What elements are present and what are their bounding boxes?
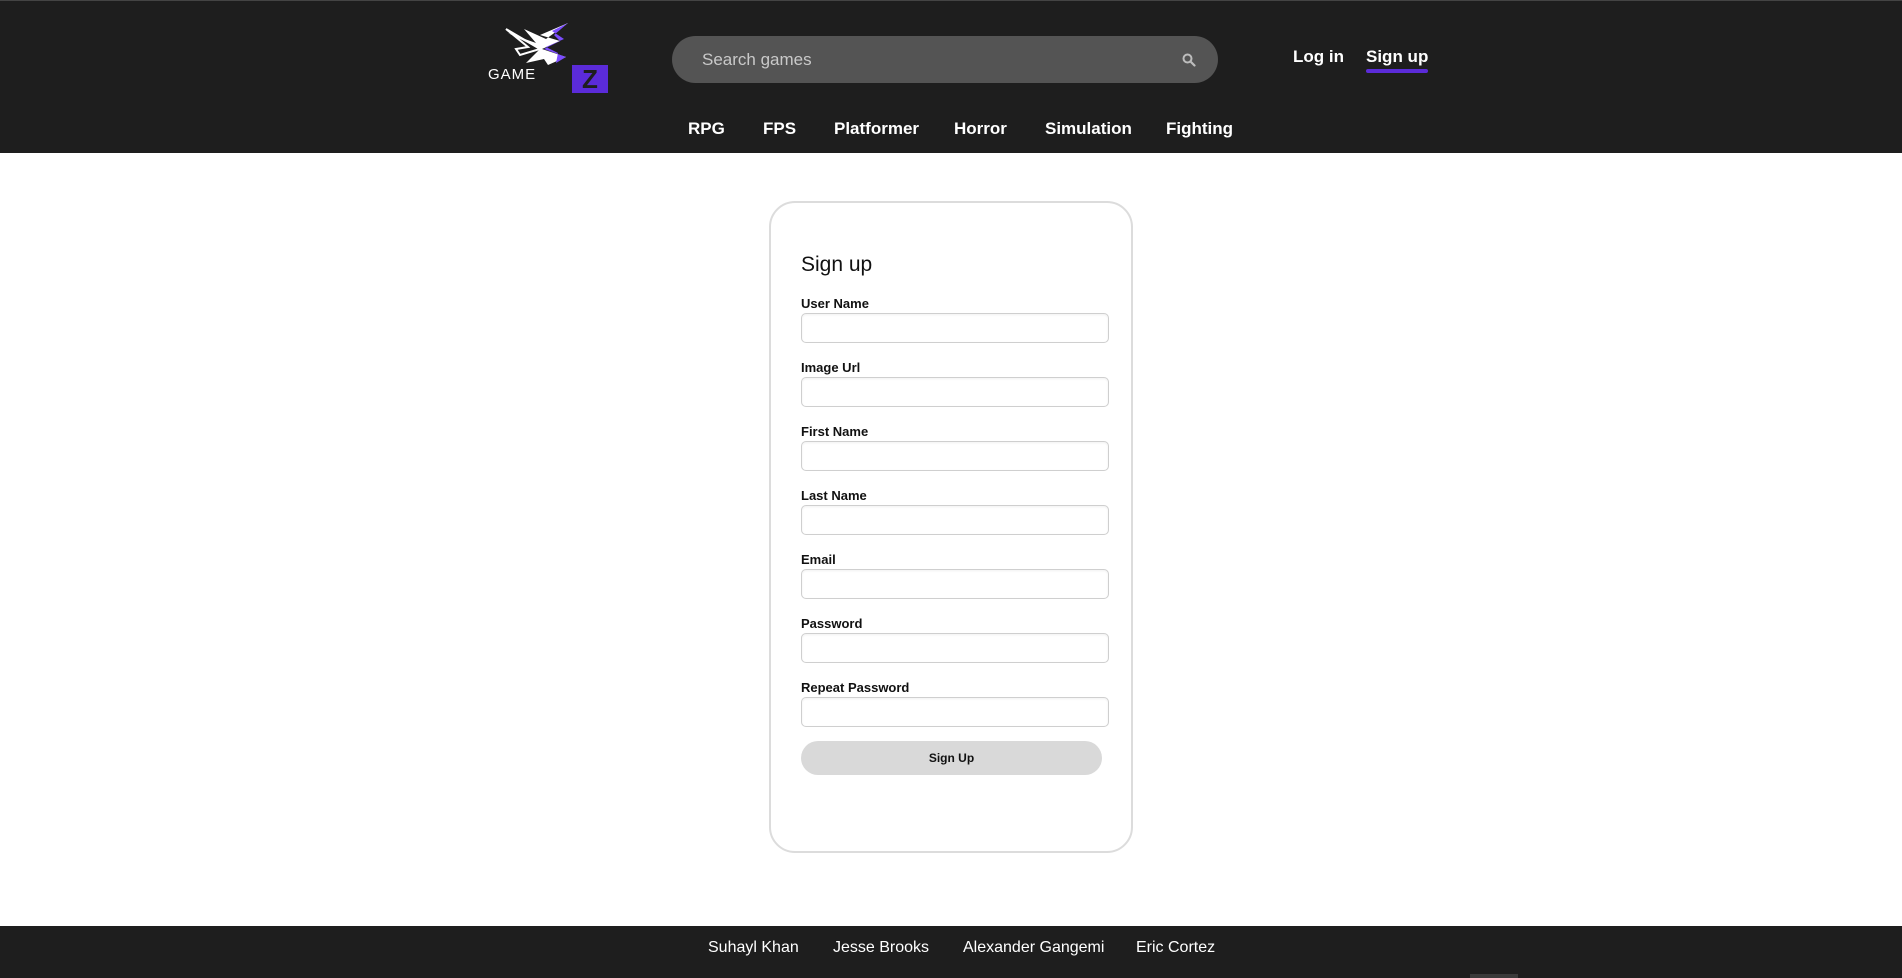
footer-credit: Alexander Gangemi <box>963 939 1105 956</box>
footer-credit: Eric Cortez <box>1136 939 1216 956</box>
jet-outline <box>505 28 543 57</box>
logo-wordmark: GAME <box>488 66 536 83</box>
search-bar[interactable] <box>672 36 1218 83</box>
form-title: Sign up <box>801 253 873 276</box>
first-name-field[interactable] <box>801 441 1109 471</box>
active-underline <box>1366 69 1429 73</box>
nav-item-simulation[interactable]: Simulation <box>1045 119 1132 139</box>
logo-letter-z: Z <box>582 64 598 94</box>
last-name-label: Last Name <box>801 488 867 503</box>
image-url-field[interactable] <box>801 377 1109 407</box>
email-field[interactable] <box>801 569 1109 599</box>
username-label: User Name <box>801 296 869 311</box>
nav-item-fighting[interactable]: Fighting <box>1166 119 1233 139</box>
password-label: Password <box>801 616 863 631</box>
repeat-password-field[interactable] <box>801 697 1109 727</box>
site-footer: Suhayl Khan Jesse Brooks Alexander Gange… <box>0 926 1902 978</box>
signup-link-label: Sign up <box>1366 47 1429 66</box>
username-field[interactable] <box>801 313 1109 343</box>
search-input[interactable] <box>702 49 1178 70</box>
nav-item-fps[interactable]: FPS <box>763 119 796 139</box>
first-name-label: First Name <box>801 424 869 439</box>
footer-scroll-mark <box>1470 974 1518 978</box>
footer-credit: Suhayl Khan <box>708 939 799 956</box>
nav-item-platformer[interactable]: Platformer <box>834 119 919 139</box>
nav-item-rpg[interactable]: RPG <box>688 119 725 139</box>
search-icon[interactable] <box>1178 49 1200 71</box>
image-url-label: Image Url <box>801 360 861 375</box>
password-field[interactable] <box>801 633 1109 663</box>
nav-item-horror[interactable]: Horror <box>954 119 1007 139</box>
repeat-password-label: Repeat Password <box>801 680 910 695</box>
signup-card: Sign up User Name Image Url First Name L… <box>769 201 1133 853</box>
email-label: Email <box>801 552 836 567</box>
gamez-logo[interactable]: Z GAME <box>486 21 612 95</box>
login-link[interactable]: Log in <box>1293 47 1344 77</box>
signup-link[interactable]: Sign up <box>1366 47 1429 77</box>
site-header: Z GAME Log in Sign up RPG FPS Platformer… <box>0 0 1902 153</box>
last-name-field[interactable] <box>801 505 1109 535</box>
signup-submit-button[interactable]: Sign Up <box>801 741 1102 775</box>
footer-credit: Jesse Brooks <box>833 939 930 956</box>
